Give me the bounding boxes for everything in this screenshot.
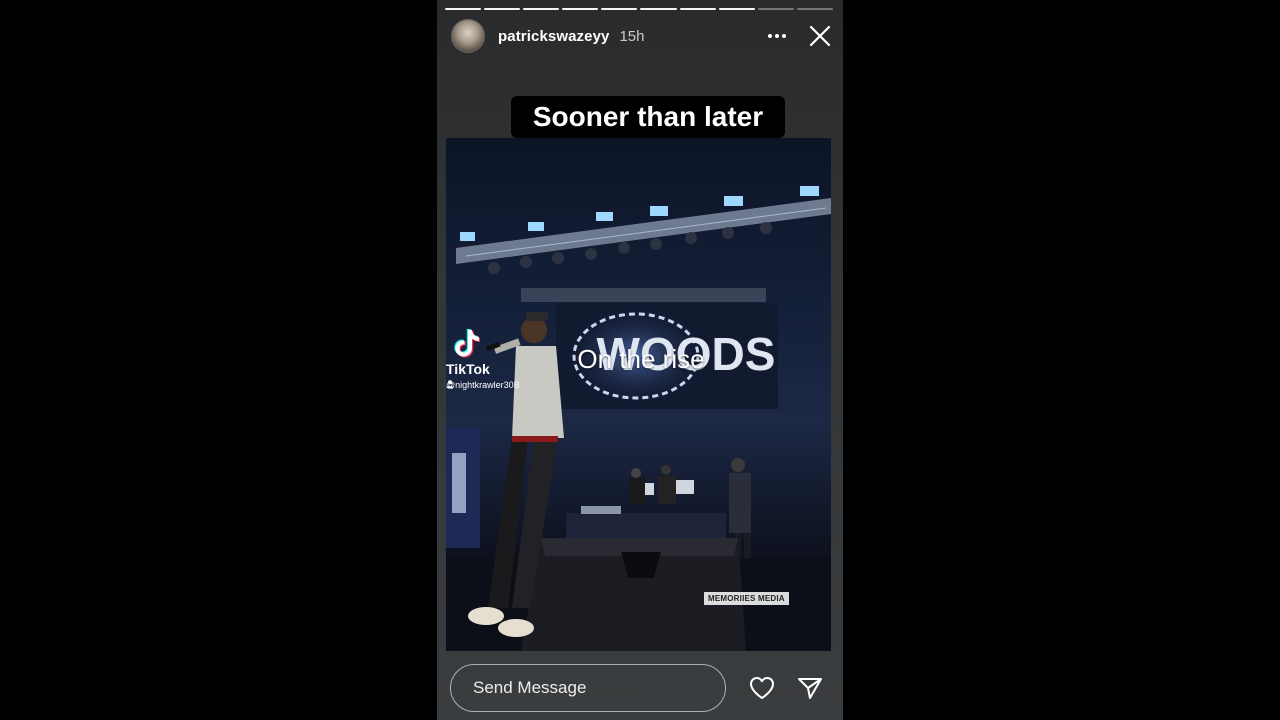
story-caption: Sooner than later [511,96,785,138]
progress-segment [640,8,677,10]
progress-segment [718,8,755,10]
story-overlay-text: On the rise [577,344,705,374]
username[interactable]: patrickswazeyy [498,28,609,45]
progress-segment [484,8,521,10]
progress-segment [523,8,560,10]
story-progress-bar [445,8,833,10]
post-time: 15h [619,27,645,45]
story-viewer[interactable]: patrickswazeyy 15h Sooner than later WOO… [437,0,843,720]
user-icon [446,380,454,388]
close-icon[interactable] [805,21,835,51]
progress-segment [562,8,599,10]
story-footer [450,664,829,712]
progress-segment [445,8,482,10]
progress-segment [796,8,833,10]
photo-watermark: MEMORIIES MEDIA [704,592,789,605]
progress-segment [757,8,794,10]
concert-stage-image: WOODS [446,186,831,651]
story-header: patrickswazeyy 15h [451,18,835,54]
progress-segment [679,8,716,10]
tiktok-handle-text: @nightkrawler30B [446,380,520,390]
tiktok-brand-label: TikTok [446,361,490,377]
send-message-input[interactable] [450,664,726,712]
avatar[interactable] [451,19,485,53]
tiktok-handle: @nightkrawler30B [446,380,520,390]
progress-segment [601,8,638,10]
heart-icon[interactable] [748,674,776,702]
more-horizontal-icon[interactable] [763,22,791,50]
story-media-image: WOODS TikTok @nightkrawler30B On the ris… [446,138,831,651]
paper-plane-icon[interactable] [796,674,824,702]
